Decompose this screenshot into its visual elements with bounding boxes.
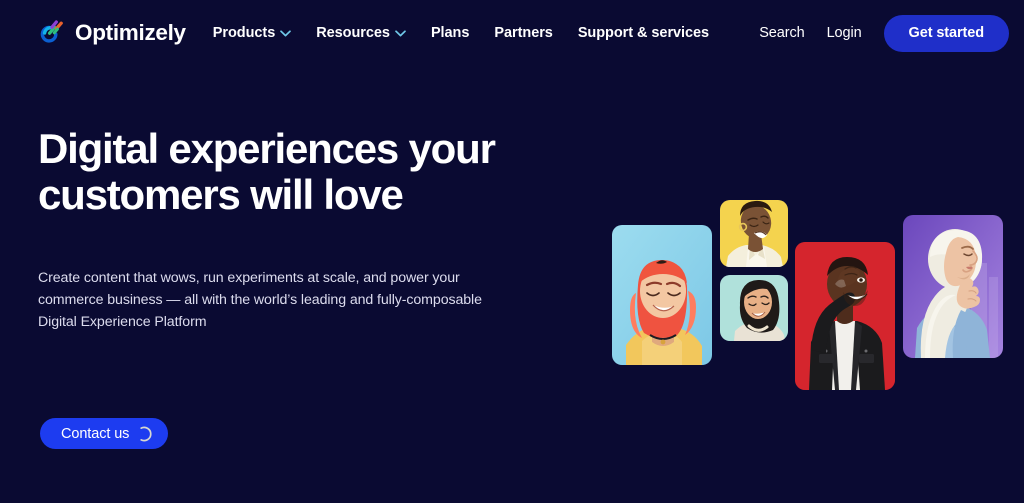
collage-card-2[interactable] bbox=[720, 200, 788, 267]
hero-subtext: Create content that wows, run experiment… bbox=[38, 270, 482, 330]
primary-nav: Products Resources Plans Partners Suppor… bbox=[213, 25, 709, 41]
collage-card-3[interactable] bbox=[720, 275, 788, 341]
site-header: Optimizely Products Resources Plans Part… bbox=[0, 0, 1024, 66]
get-started-button[interactable]: Get started bbox=[883, 14, 1009, 52]
loading-spinner-icon bbox=[136, 426, 152, 442]
chevron-down-icon bbox=[395, 29, 406, 37]
nav-label-plans: Plans bbox=[430, 25, 470, 41]
brand-name: Optimizely bbox=[75, 19, 186, 45]
search-link[interactable]: Search bbox=[759, 25, 804, 41]
collage-card-1[interactable] bbox=[612, 225, 712, 365]
hero-content: Digital experiences your customers will … bbox=[38, 125, 558, 449]
collage-card-4[interactable] bbox=[795, 242, 895, 390]
nav-item-resources[interactable]: Resources bbox=[316, 25, 406, 41]
chevron-down-icon bbox=[280, 29, 292, 37]
contact-us-label: Contact us bbox=[61, 425, 130, 442]
collage-card-5[interactable] bbox=[903, 215, 1003, 358]
nav-item-products[interactable]: Products bbox=[212, 25, 292, 41]
nav-label-support-services: Support & services bbox=[577, 25, 710, 41]
nav-item-partners[interactable]: Partners bbox=[494, 25, 552, 41]
optimizely-logo-icon bbox=[36, 18, 66, 49]
page-title: Digital experiences your customers will … bbox=[38, 125, 496, 219]
nav-item-support-services[interactable]: Support & services bbox=[578, 25, 709, 41]
brand-logo-link[interactable]: Optimizely bbox=[36, 18, 186, 49]
contact-us-button[interactable]: Contact us bbox=[40, 418, 169, 449]
login-link[interactable]: Login bbox=[827, 25, 862, 41]
nav-label-resources: Resources bbox=[316, 25, 390, 41]
nav-label-products: Products bbox=[212, 25, 276, 41]
nav-label-partners: Partners bbox=[494, 25, 553, 41]
nav-item-plans[interactable]: Plans bbox=[431, 25, 469, 41]
header-actions: Search Login Get started bbox=[759, 14, 1009, 52]
page-root: Optimizely Products Resources Plans Part… bbox=[0, 0, 1024, 503]
